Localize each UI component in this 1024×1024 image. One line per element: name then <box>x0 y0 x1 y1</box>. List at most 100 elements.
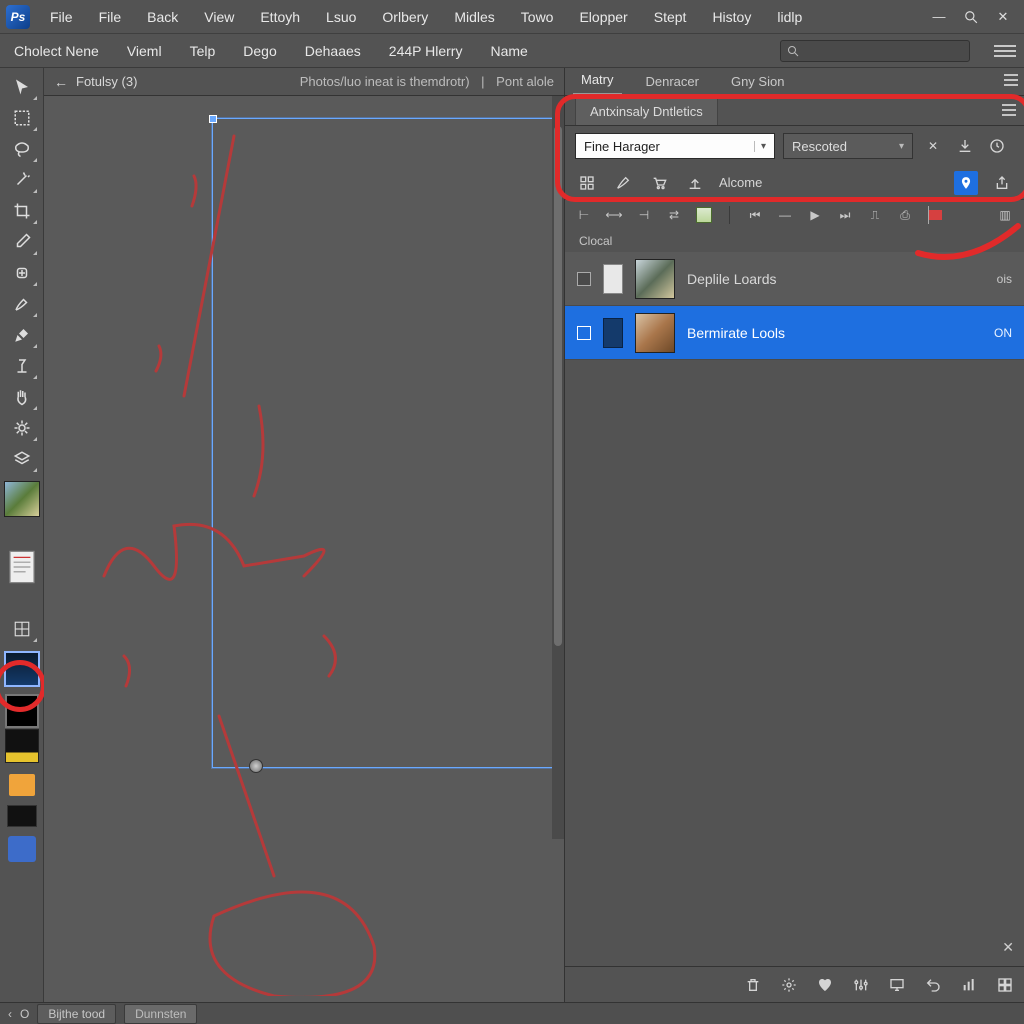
clone-tool[interactable] <box>5 351 39 381</box>
menu-item[interactable]: Elopper <box>567 3 639 31</box>
menu-item[interactable]: Lsuo <box>314 3 368 31</box>
menu-item[interactable]: Ettoyh <box>248 3 312 31</box>
menu-item[interactable]: File <box>38 3 85 31</box>
panel-menu-icon[interactable] <box>1002 104 1016 116</box>
cart-button[interactable] <box>647 171 671 195</box>
swap-icon[interactable]: ⇄ <box>665 206 683 224</box>
grid-view-button[interactable] <box>575 171 599 195</box>
background-swatch[interactable] <box>5 729 39 763</box>
blue-block-icon[interactable] <box>8 836 36 862</box>
minimize-button[interactable]: — <box>924 0 954 33</box>
eyedropper-tool[interactable] <box>5 227 39 257</box>
folder-icon[interactable] <box>9 774 35 796</box>
save-icon[interactable]: ⎙ <box>896 206 914 224</box>
canvas[interactable] <box>44 96 564 1002</box>
pencil-tool[interactable] <box>5 320 39 350</box>
cube-icon[interactable] <box>695 206 713 224</box>
undo-icon[interactable] <box>924 976 942 994</box>
monitor-icon[interactable] <box>888 976 906 994</box>
list-item[interactable]: Deplile Loards ois <box>565 252 1024 306</box>
mode-combo[interactable]: Rescoted ▾ <box>783 133 913 159</box>
option-item[interactable]: Dego <box>237 39 282 63</box>
skip-back-icon[interactable]: ⏮ <box>746 206 764 224</box>
minus-icon[interactable]: — <box>776 206 794 224</box>
menu-item[interactable]: Towo <box>509 3 566 31</box>
dash-icon[interactable]: ⟷ <box>605 206 623 224</box>
monitor-icon[interactable] <box>7 805 37 827</box>
menu-item[interactable]: Orlbery <box>370 3 440 31</box>
option-item[interactable]: Dehaaes <box>299 39 367 63</box>
checkbox[interactable] <box>577 272 591 286</box>
foreground-swatch[interactable] <box>5 694 39 728</box>
preset-combo[interactable]: Fine Harager ▾ <box>575 133 775 159</box>
chart-icon[interactable]: ▥ <box>996 206 1014 224</box>
lasso-tool[interactable] <box>5 134 39 164</box>
wand-tool[interactable] <box>5 165 39 195</box>
option-item[interactable]: 244P Hlerry <box>383 39 469 63</box>
menu-item[interactable]: Back <box>135 3 190 31</box>
grid-tool[interactable] <box>5 614 39 644</box>
crop-tool[interactable] <box>5 196 39 226</box>
align-left-icon[interactable]: ⊢ <box>575 206 593 224</box>
download-button[interactable] <box>953 134 977 158</box>
menu-item[interactable]: Histoy <box>700 3 763 31</box>
close-picker-button[interactable]: ✕ <box>921 134 945 158</box>
option-item[interactable]: Cholect Nene <box>8 39 105 63</box>
status-pill[interactable]: Dunnsten <box>124 1004 197 1024</box>
menu-item[interactable]: Midles <box>442 3 506 31</box>
checkbox[interactable] <box>577 326 591 340</box>
thumbnail-1[interactable] <box>4 481 40 517</box>
option-item[interactable]: Telp <box>184 39 222 63</box>
align-icon[interactable]: ⊣ <box>635 206 653 224</box>
sliders-icon[interactable] <box>852 976 870 994</box>
layers-tool[interactable] <box>5 444 39 474</box>
hand-tool[interactable] <box>5 382 39 412</box>
play-icon[interactable]: ▶ <box>806 206 824 224</box>
option-item[interactable]: Name <box>484 39 533 63</box>
panel-subtab[interactable]: Antxinsaly Dntletics <box>575 97 718 125</box>
panel-menu-icon[interactable] <box>994 40 1016 62</box>
status-o[interactable]: O <box>20 1007 29 1021</box>
menu-item[interactable]: View <box>192 3 246 31</box>
search-button[interactable] <box>956 0 986 33</box>
back-icon[interactable]: ← <box>54 74 68 90</box>
gear-icon[interactable] <box>780 976 798 994</box>
panel-tab[interactable]: Matry <box>573 66 622 95</box>
flag-icon[interactable] <box>926 206 944 224</box>
bars-icon[interactable] <box>960 976 978 994</box>
move-tool[interactable] <box>5 72 39 102</box>
panel-tab[interactable]: Gny Sion <box>723 68 792 95</box>
skip-forward-icon[interactable]: ⏭ <box>836 206 854 224</box>
trash-icon[interactable] <box>744 976 762 994</box>
heal-tool[interactable] <box>5 258 39 288</box>
status-back-icon[interactable]: ‹ <box>8 1007 12 1021</box>
export-button[interactable] <box>990 171 1014 195</box>
vertical-scrollbar[interactable] <box>552 96 564 839</box>
doc-icon-tool[interactable] <box>5 552 39 582</box>
option-item[interactable]: Vieml <box>121 39 168 63</box>
pin-button[interactable] <box>954 171 978 195</box>
grid-icon[interactable] <box>996 976 1014 994</box>
menu-item[interactable]: lidlp <box>765 3 814 31</box>
close-button[interactable]: ✕ <box>988 0 1018 33</box>
heart-icon[interactable] <box>816 976 834 994</box>
marquee-tool[interactable] <box>5 103 39 133</box>
search-input[interactable] <box>780 40 970 62</box>
upload-button[interactable] <box>683 171 707 195</box>
panel-menu-icon[interactable] <box>1004 74 1018 86</box>
menu-item[interactable]: Stept <box>642 3 699 31</box>
panel-close-icon[interactable]: ✕ <box>1002 939 1014 956</box>
pin-icon <box>959 176 973 190</box>
tools-toolbar <box>0 68 44 1002</box>
thumbnail-active[interactable] <box>4 651 40 687</box>
brush-button[interactable] <box>611 171 635 195</box>
status-pill[interactable]: Bijthe tood <box>37 1004 116 1024</box>
brush-tool[interactable] <box>5 289 39 319</box>
info-button[interactable] <box>985 134 1009 158</box>
panel-tab[interactable]: Denracer <box>638 68 707 95</box>
gear-tool[interactable] <box>5 413 39 443</box>
list-item[interactable]: Bermirate Lools ON <box>565 306 1024 360</box>
scrollbar-thumb[interactable] <box>554 126 562 646</box>
anchor-icon[interactable]: ⎍ <box>866 206 884 224</box>
menu-item[interactable]: File <box>87 3 134 31</box>
